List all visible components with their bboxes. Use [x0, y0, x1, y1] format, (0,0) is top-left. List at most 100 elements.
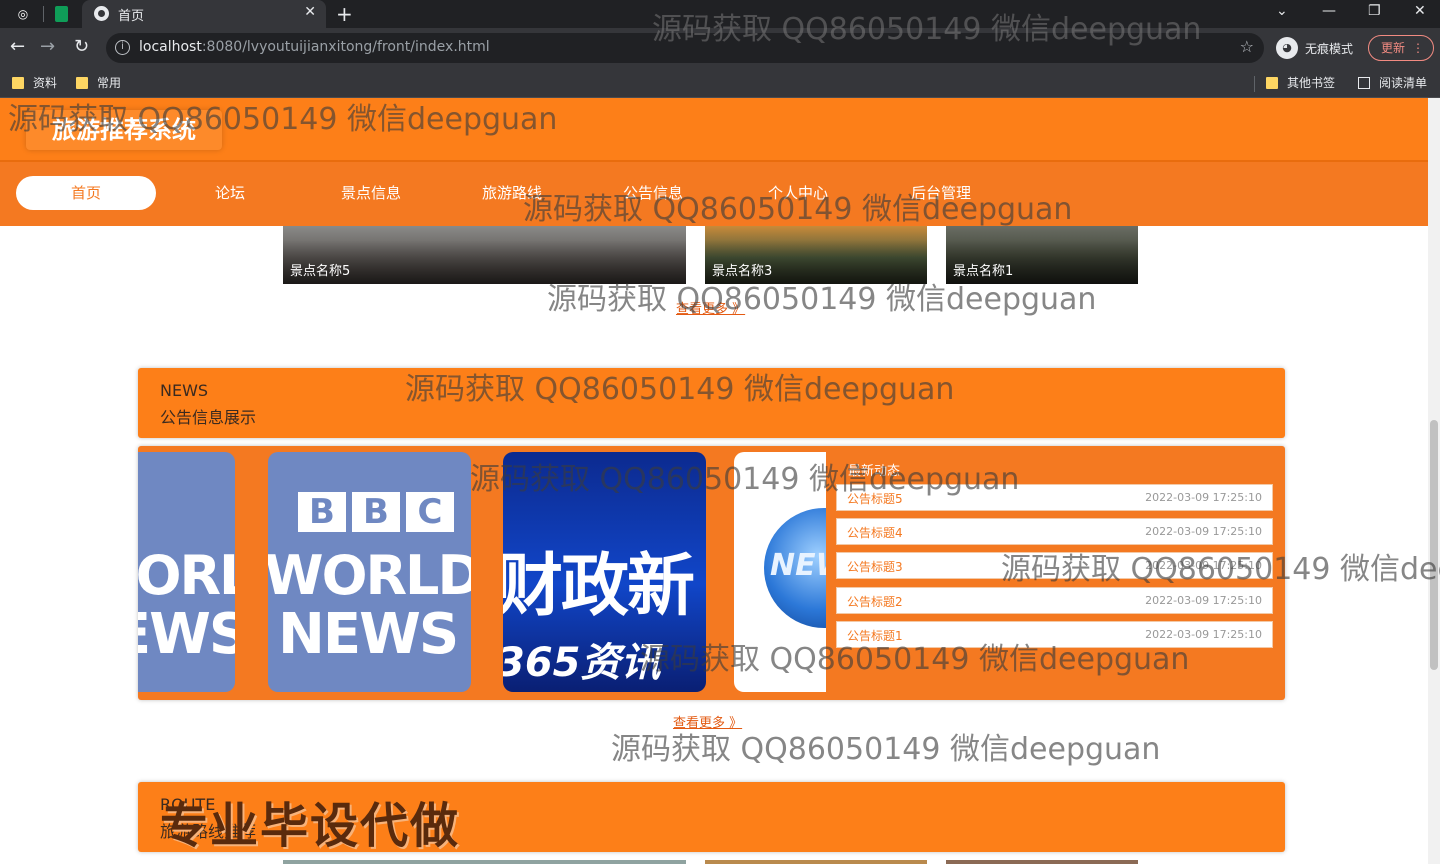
bookmark-star-icon[interactable]: ☆: [1240, 37, 1254, 56]
address-bar[interactable]: i localhost:8080/lvyoutuijianxitong/fron…: [106, 33, 1264, 63]
news-panel: WORLD NEWS B B C WORLD NEWS 财政新 365资讯 NE…: [138, 446, 1285, 700]
url-host: localhost: [139, 39, 202, 55]
scenic-more-link[interactable]: 查看更多 》: [676, 298, 745, 317]
bbc-logo: B B C: [298, 492, 454, 532]
news-slide-bbc-partial[interactable]: WORLD NEWS: [138, 452, 235, 692]
nav-item-home[interactable]: 首页: [16, 176, 156, 210]
back-arrow-icon[interactable]: ←: [10, 37, 25, 57]
incognito-indicator[interactable]: ◕ 无痕模式: [1276, 36, 1353, 60]
bbc-world-text: WORLD: [138, 544, 235, 607]
menu-dots-icon[interactable]: ⋮: [1412, 36, 1424, 60]
scenic-card[interactable]: 景点名称5: [283, 226, 686, 284]
news-list-item[interactable]: 公告标题4 2022-03-09 17:25:10: [836, 518, 1273, 545]
tab-home[interactable]: 首页 ✕: [82, 0, 326, 28]
nav-item-admin[interactable]: 后台管理: [871, 176, 1011, 210]
news-item-date: 2022-03-09 17:25:10: [1145, 525, 1262, 538]
page-scrollbar[interactable]: [1428, 98, 1440, 864]
sheets-app-icon[interactable]: [55, 6, 68, 22]
tab-favicon-icon: [94, 6, 109, 21]
scenic-card[interactable]: 景点名称3: [705, 226, 927, 284]
news-item-title: 公告标题3: [847, 560, 903, 574]
bbc-news-text: NEWS: [278, 602, 459, 667]
finance-sub: 365资讯: [503, 640, 661, 686]
news-list-item[interactable]: 公告标题5 2022-03-09 17:25:10: [836, 484, 1273, 511]
nav-item-routes[interactable]: 旅游路线: [442, 176, 582, 210]
route-card[interactable]: [283, 860, 686, 864]
incognito-icon: ◕: [1276, 37, 1298, 59]
news-item-date: 2022-03-09 17:25:10: [1145, 559, 1262, 572]
news-list-item[interactable]: 公告标题2 2022-03-09 17:25:10: [836, 587, 1273, 614]
route-card[interactable]: [946, 860, 1138, 864]
scenic-card[interactable]: 景点名称1: [946, 226, 1138, 284]
incognito-label: 无痕模式: [1305, 41, 1354, 56]
news-item-title: 公告标题4: [847, 526, 903, 540]
site-brand[interactable]: 旅游推荐系统: [26, 110, 222, 150]
news-slide-bbc[interactable]: B B C WORLD NEWS: [268, 452, 471, 692]
new-tab-icon[interactable]: +: [336, 2, 353, 26]
news-list-item[interactable]: 公告标题3 2022-03-09 17:25:10: [836, 552, 1273, 579]
update-label: 更新: [1381, 41, 1406, 55]
bbc-logo-letter: B: [298, 492, 346, 532]
bookmark-folder-changyong[interactable]: 常用: [76, 74, 121, 91]
minimize-icon[interactable]: —: [1322, 3, 1336, 19]
reading-list[interactable]: 阅读清单: [1358, 74, 1427, 91]
reload-icon[interactable]: ↻: [74, 37, 89, 57]
news-item-date: 2022-03-09 17:25:10: [1145, 628, 1262, 641]
browser-tab-strip: ◎ 首页 ✕ + ⌄ — ❐ ✕: [0, 0, 1440, 28]
bookmarks-separator: [1254, 76, 1255, 92]
bookmark-label: 常用: [97, 76, 122, 90]
scenic-name: 景点名称3: [705, 240, 927, 284]
url-path: :8080/lvyoutuijianxitong/front/index.htm…: [201, 39, 490, 55]
news-slide-finance[interactable]: 财政新 365资讯: [503, 452, 706, 692]
promo-overlay-text: 专业毕设代做: [160, 798, 461, 854]
nav-item-forum[interactable]: 论坛: [160, 176, 300, 210]
news-list-label: 最新动态: [848, 464, 901, 479]
bookmarks-bar: 资料 常用 其他书签 阅读清单: [0, 68, 1440, 98]
news-list-item[interactable]: 公告标题1 2022-03-09 17:25:10: [836, 621, 1273, 648]
bookmark-label: 资料: [33, 76, 58, 90]
bookmark-folder-ziliao[interactable]: 资料: [12, 74, 57, 91]
news-item-date: 2022-03-09 17:25:10: [1145, 594, 1262, 607]
url-text[interactable]: localhost:8080/lvyoutuijianxitong/front/…: [139, 39, 490, 55]
nav-item-notices[interactable]: 公告信息: [583, 176, 723, 210]
news-heading-en: NEWS: [160, 381, 209, 400]
profile-globe-icon[interactable]: ◎: [13, 4, 33, 24]
news-section-header: NEWS 公告信息展示: [138, 368, 1285, 438]
news-item-date: 2022-03-09 17:25:10: [1145, 491, 1262, 504]
news-item-title: 公告标题5: [847, 492, 903, 506]
bookmark-label: 其他书签: [1287, 76, 1336, 90]
news-item-title: 公告标题1: [847, 629, 903, 643]
update-button[interactable]: 更新 ⋮: [1368, 35, 1434, 61]
nav-item-profile[interactable]: 个人中心: [728, 176, 868, 210]
other-bookmarks[interactable]: 其他书签: [1266, 74, 1335, 91]
tab-separator: [43, 6, 44, 22]
site-header: 旅游推荐系统: [0, 98, 1428, 162]
folder-icon: [12, 76, 24, 89]
news-item-title: 公告标题2: [847, 595, 903, 609]
scrollbar-thumb[interactable]: [1430, 420, 1438, 670]
nav-item-scenic[interactable]: 景点信息: [301, 176, 441, 210]
news-more-link[interactable]: 查看更多 》: [673, 712, 742, 731]
bbc-news-text: NEWS: [138, 602, 235, 667]
tab-close-icon[interactable]: ✕: [304, 4, 316, 20]
reading-list-icon: [1358, 76, 1370, 89]
restore-icon[interactable]: ❐: [1368, 3, 1381, 19]
bbc-logo-letter: C: [406, 492, 454, 532]
news-heading-zh: 公告信息展示: [160, 408, 257, 427]
tab-search-chevron-icon[interactable]: ⌄: [1276, 3, 1288, 19]
tab-title: 首页: [118, 9, 145, 24]
scenic-name: 景点名称1: [946, 240, 1138, 284]
bbc-logo-letter: B: [352, 492, 400, 532]
browser-toolbar: ← → ↻ i localhost:8080/lvyoutuijianxiton…: [0, 28, 1440, 68]
site-info-icon[interactable]: i: [115, 40, 130, 55]
bbc-world-text: WORLD: [268, 544, 471, 607]
bookmark-label: 阅读清单: [1379, 76, 1428, 90]
forward-arrow-icon[interactable]: →: [40, 37, 55, 57]
window-close-icon[interactable]: ✕: [1414, 3, 1426, 19]
main-nav: 首页 论坛 景点信息 旅游路线 公告信息 个人中心 后台管理: [0, 162, 1428, 226]
route-card[interactable]: [705, 860, 927, 864]
scenic-name: 景点名称5: [283, 240, 686, 284]
finance-title: 财政新: [503, 547, 695, 626]
page-viewport: 旅游推荐系统 首页 论坛 景点信息 旅游路线 公告信息 个人中心 后台管理 景点…: [0, 98, 1440, 864]
news-slide-globe[interactable]: NEW: [734, 452, 826, 692]
